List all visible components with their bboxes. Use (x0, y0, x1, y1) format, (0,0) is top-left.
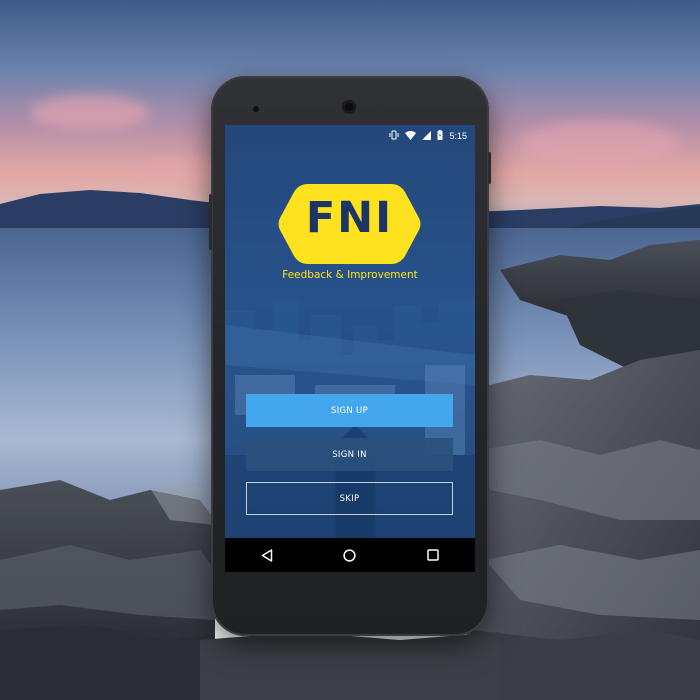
phone-speaker (253, 106, 259, 112)
status-bar: 5:15 (225, 125, 475, 147)
battery-icon (437, 130, 443, 142)
sign-up-button[interactable]: SIGN UP (246, 394, 453, 427)
skip-button[interactable]: SKIP (246, 482, 453, 515)
back-icon[interactable] (255, 543, 279, 567)
android-nav-bar (225, 538, 475, 572)
phone-camera (342, 100, 356, 114)
wifi-icon (405, 130, 417, 142)
app-screen: 5:15 FNI Feedback & Improvement SIGN UP … (225, 125, 475, 572)
logo-text: FNI (305, 193, 394, 243)
phone-volume-button (209, 194, 212, 250)
home-icon[interactable] (338, 543, 362, 567)
vibrate-icon (389, 130, 399, 142)
recents-icon[interactable] (421, 543, 445, 567)
app-tagline: Feedback & Improvement (282, 269, 418, 281)
signal-icon (422, 130, 432, 142)
app-logo: FNI (278, 180, 421, 268)
sign-in-button[interactable]: SIGN IN (246, 438, 453, 471)
status-time: 5:15 (449, 131, 467, 141)
phone-power-button (488, 152, 491, 184)
phone-device: 5:15 FNI Feedback & Improvement SIGN UP … (209, 76, 491, 636)
